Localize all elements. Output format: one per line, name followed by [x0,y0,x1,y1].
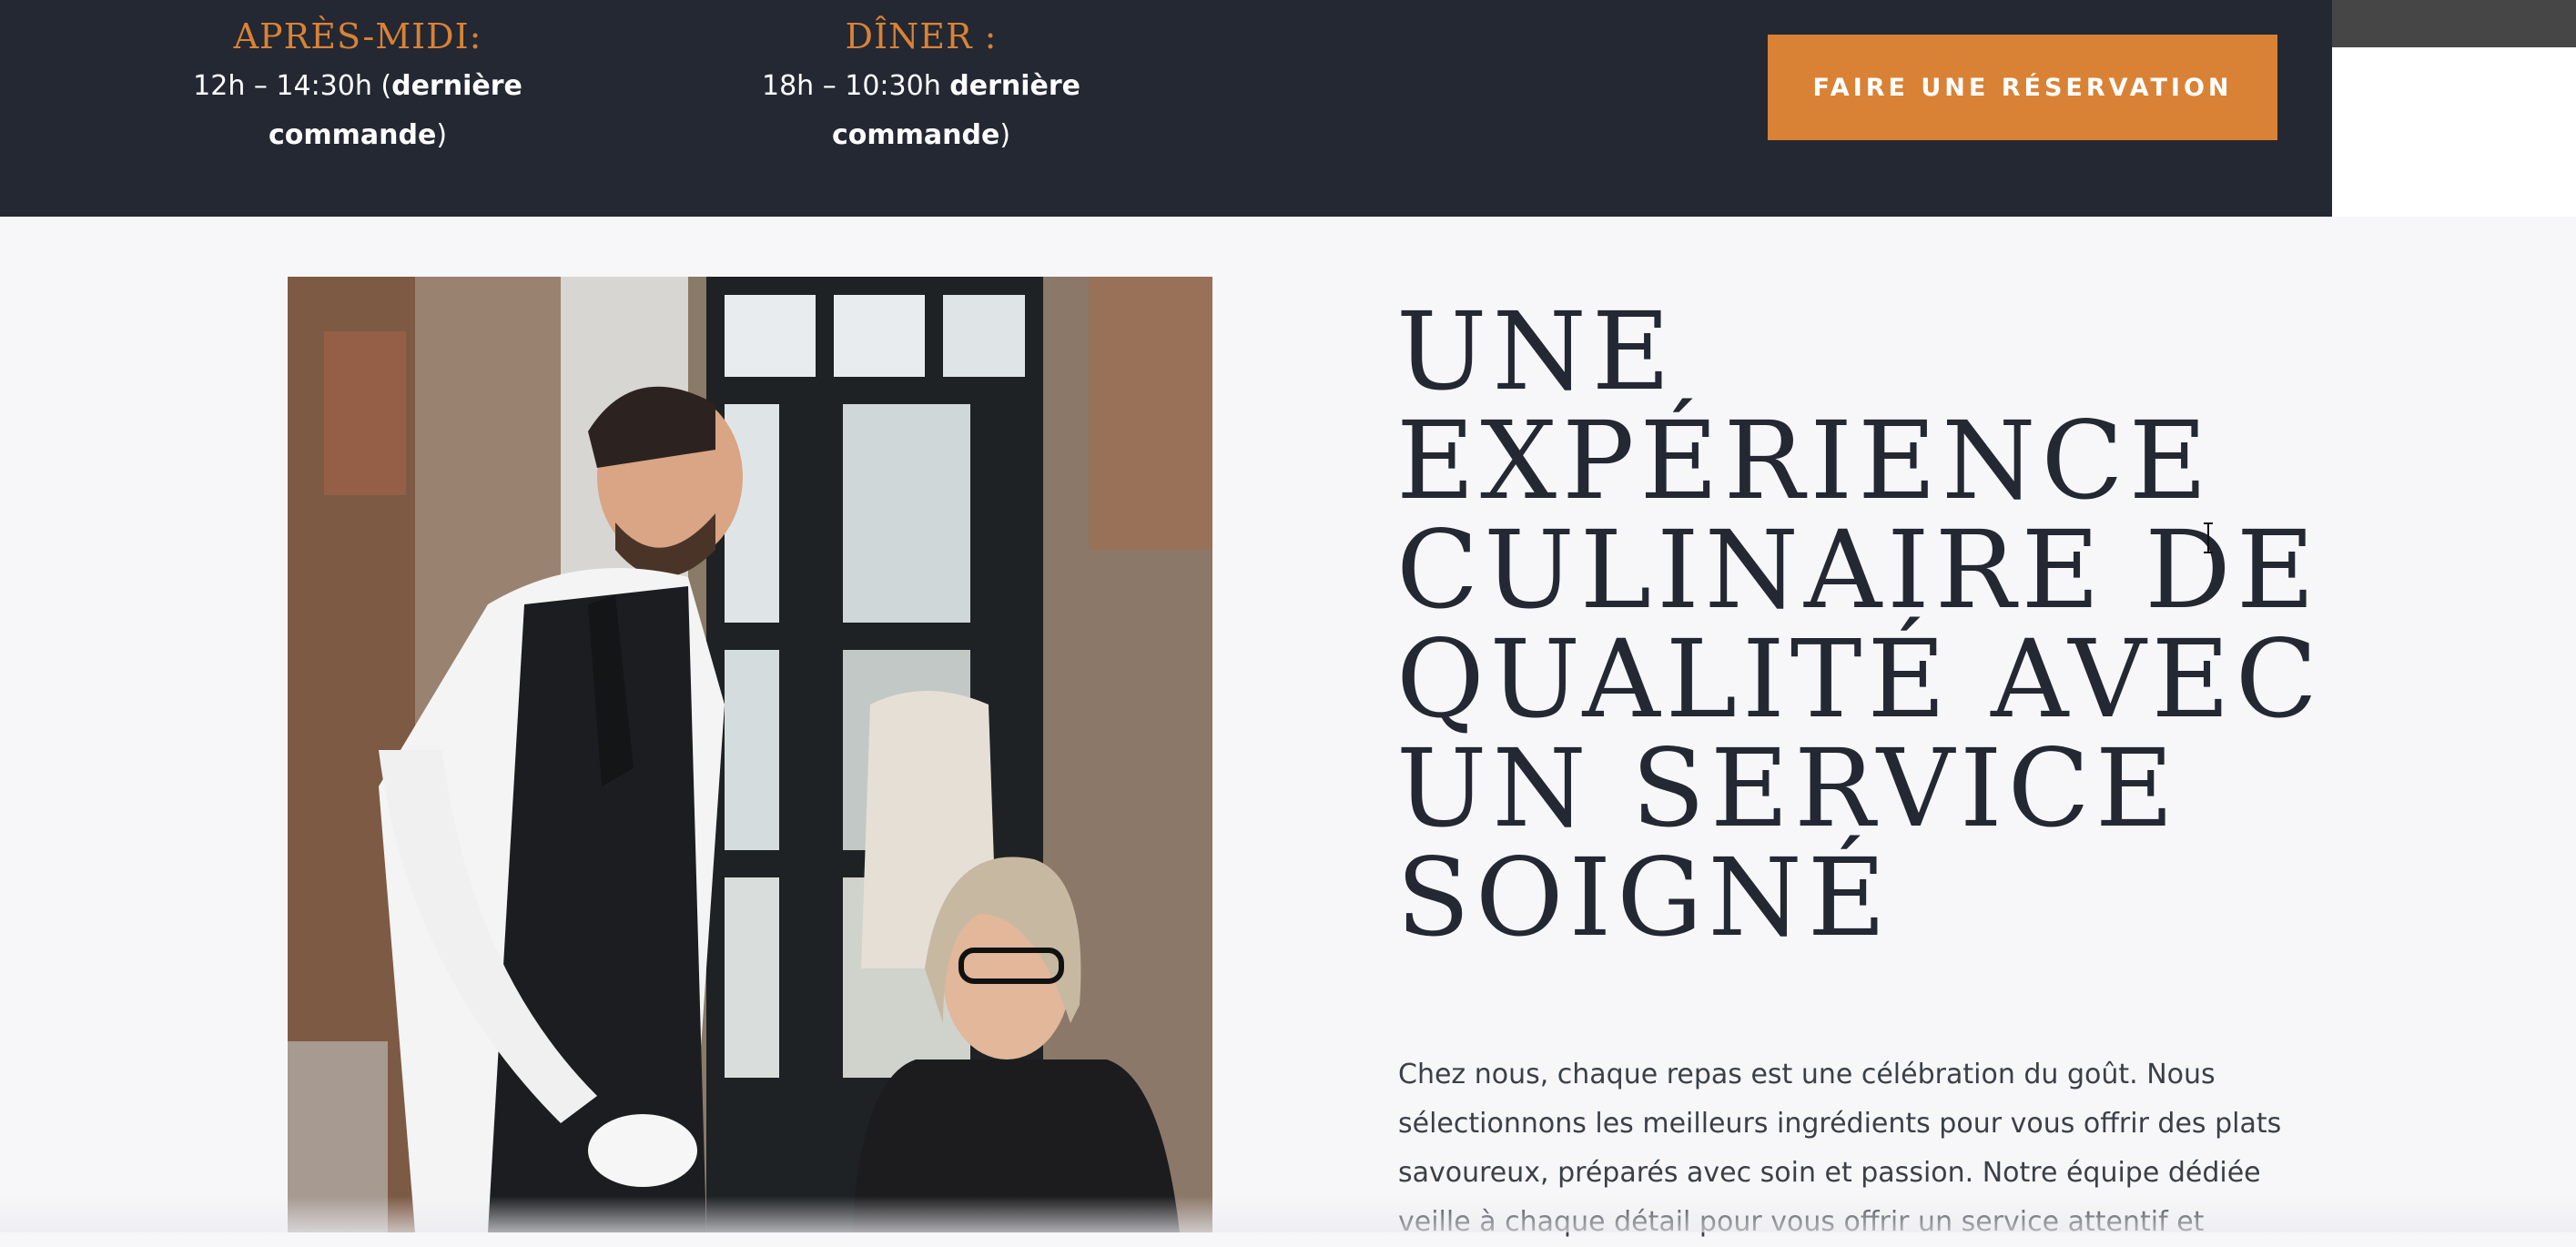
lunch-hours-text: 12h – 14:30h (dernière commande) [182,62,533,160]
hero-heading-line: UN SERVICE [1396,725,2180,851]
lunch-hours: APRÈS-MIDI: 12h – 14:30h (dernière comma… [182,11,533,160]
restaurant-service-photo [288,277,1212,1232]
dinner-hours-time: 18h – 10:30h [761,70,950,102]
hero-heading-line: SOIGNÉ [1396,835,1891,960]
text-cursor-icon [2204,522,2213,553]
dinner-hours: DÎNER : 18h – 10:30h dernière commande) [748,11,1094,160]
top-right-strip [2332,0,2576,47]
hero-heading-line: QUALITÉ AVEC [1396,616,2324,742]
lunch-hours-title: APRÈS-MIDI: [233,16,482,56]
hero-description: Chez nous, chaque repas est une célébrat… [1398,1059,2282,1238]
dinner-hours-text: 18h – 10:30h dernière commande) [748,62,1094,160]
make-reservation-button[interactable]: FAIRE UNE RÉSERVATION [1768,35,2277,140]
hero-heading-line: EXPÉRIENCE [1396,398,2213,523]
lunch-hours-time: 12h – 14:30h ( [193,70,392,102]
lunch-hours-suffix: ) [436,119,448,151]
hero-heading: UNE EXPÉRIENCE CULINAIRE DE QUALITÉ AVEC… [1396,289,2324,960]
dinner-hours-title: DÎNER : [845,16,998,56]
hero-heading-line: CULINAIRE DE [1396,507,2321,633]
hero-heading-line: UNE [1396,289,1676,414]
dinner-hours-suffix: ) [999,119,1011,151]
top-right-panel [2332,47,2576,217]
